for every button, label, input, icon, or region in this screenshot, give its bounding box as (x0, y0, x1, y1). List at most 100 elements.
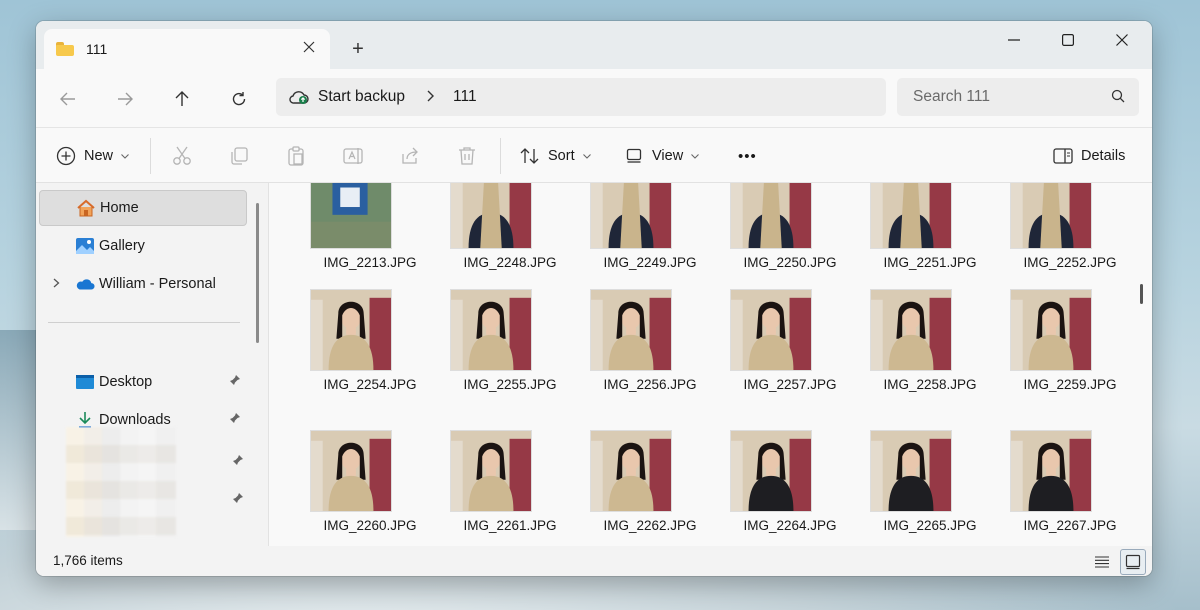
sidebar-item-desktop[interactable]: Desktop (39, 364, 247, 400)
sidebar-item-label: Home (100, 200, 139, 216)
sidebar-item-home[interactable]: Home (39, 190, 247, 226)
plus-circle-icon (56, 146, 76, 166)
forward-button[interactable] (109, 83, 141, 115)
photo-thumbnail[interactable] (450, 183, 532, 249)
sidebar-item-label: William - Personal (99, 276, 216, 292)
sidebar-item-label: Gallery (99, 238, 145, 254)
desktop-icon (75, 372, 95, 392)
status-bar: 1,766 items (36, 546, 1152, 576)
search-input[interactable] (913, 88, 1093, 106)
search-box[interactable] (897, 78, 1139, 116)
item-count: 1,766 items (53, 553, 123, 568)
pin-icon[interactable] (229, 374, 243, 388)
photo-thumbnail[interactable] (590, 289, 672, 371)
chevron-down-icon (582, 151, 591, 161)
large-icons-view-icon (1125, 554, 1141, 570)
address-row: Start backup 111 (36, 69, 1152, 127)
file-name: IMG_2267.JPG (1023, 518, 1117, 533)
breadcrumb-start-backup[interactable]: Start backup (318, 88, 405, 106)
close-window-button[interactable] (1100, 25, 1144, 55)
divider (500, 138, 501, 174)
details-label: Details (1081, 148, 1126, 164)
photo-thumbnail[interactable] (310, 430, 392, 512)
sort-button[interactable]: Sort (520, 128, 591, 184)
photo-thumbnail[interactable] (590, 183, 672, 249)
photo-thumbnail[interactable] (730, 289, 812, 371)
sidebar-item-label: Desktop (99, 374, 153, 390)
photo-thumbnail[interactable] (1010, 289, 1092, 371)
file-explorer-window: 111 + Start backup 111 Search 111 New So… (36, 21, 1152, 576)
photo-thumbnail[interactable] (310, 289, 392, 371)
details-button[interactable]: Details (1053, 128, 1125, 184)
pin-icon[interactable] (229, 412, 243, 426)
rename-icon[interactable] (342, 145, 364, 167)
cloud-backup-icon (289, 91, 309, 104)
photo-thumbnail[interactable] (730, 183, 812, 249)
tab-111[interactable]: 111 (44, 29, 330, 69)
sidebar-item-william-personal[interactable]: William - Personal (39, 266, 247, 302)
back-button[interactable] (52, 83, 84, 115)
breadcrumb-111[interactable]: 111 (453, 88, 477, 106)
up-button[interactable] (166, 83, 198, 115)
view-button[interactable]: View (626, 128, 700, 184)
chevron-down-icon (121, 151, 129, 161)
folder-icon (56, 42, 74, 56)
photo-thumbnail[interactable] (730, 430, 812, 512)
desktop-wallpaper-edge (0, 330, 40, 530)
content-scrollbar[interactable] (1140, 284, 1143, 304)
search-icon (1111, 89, 1125, 108)
details-view-button[interactable] (1089, 549, 1115, 575)
onedrive-cloud-icon (75, 274, 95, 294)
chevron-right-icon[interactable] (53, 277, 60, 291)
delete-icon[interactable] (456, 145, 478, 167)
address-bar[interactable]: Start backup 111 (276, 78, 886, 116)
redacted-items (66, 427, 176, 537)
divider (150, 138, 151, 174)
maximize-button[interactable] (1046, 25, 1090, 55)
photo-thumbnail[interactable] (590, 430, 672, 512)
divider (48, 322, 240, 323)
copy-icon[interactable] (228, 145, 250, 167)
details-pane-icon (1053, 148, 1073, 164)
share-icon[interactable] (399, 145, 421, 167)
view-label: View (652, 148, 684, 164)
photo-thumbnail[interactable] (310, 183, 392, 249)
photo-thumbnail[interactable] (870, 430, 952, 512)
breadcrumb-chevron-icon[interactable] (427, 89, 435, 105)
photo-thumbnail[interactable] (450, 430, 532, 512)
photo-thumbnail[interactable] (870, 183, 952, 249)
minimize-button[interactable] (992, 25, 1036, 55)
new-label: New (84, 148, 114, 164)
list-view-icon (1095, 556, 1109, 568)
home-icon (76, 198, 96, 218)
photo-thumbnail[interactable] (1010, 183, 1092, 249)
photo-thumbnail[interactable] (1010, 430, 1092, 512)
pin-icon[interactable] (232, 491, 246, 505)
photo-thumbnail[interactable] (450, 289, 532, 371)
pin-icon[interactable] (232, 453, 246, 467)
sort-icon (520, 148, 539, 164)
refresh-button[interactable] (223, 83, 255, 115)
chevron-down-icon (691, 151, 700, 161)
file-name: IMG_2259.JPG (1023, 377, 1117, 392)
file-grid: IMG_2213.JPG IMG_2248.JPG IMG_2249.JPG IMG_… (268, 183, 1152, 546)
see-more-button[interactable]: ••• (738, 128, 757, 184)
sidebar-item-gallery[interactable]: Gallery (39, 228, 247, 264)
command-bar: New Sort View ••• Details (36, 127, 1152, 183)
thumbnail-view-button[interactable] (1120, 549, 1146, 575)
tab-close-icon[interactable] (300, 40, 318, 58)
file-name: IMG_2252.JPG (1023, 255, 1117, 270)
new-tab-button[interactable]: + (346, 37, 370, 61)
new-button[interactable]: New (56, 128, 129, 184)
tab-title: 111 (86, 41, 108, 57)
sort-label: Sort (548, 148, 575, 164)
photo-thumbnail[interactable] (870, 289, 952, 371)
paste-icon[interactable] (285, 145, 307, 167)
navigation-pane: Home Gallery William - Personal Desktop (36, 183, 268, 546)
sidebar-scrollbar[interactable] (256, 203, 259, 343)
gallery-icon (75, 236, 95, 256)
title-bar: 111 + (36, 21, 1152, 69)
sidebar-item-label: Downloads (99, 412, 171, 428)
cut-icon[interactable] (171, 145, 193, 167)
view-icon (626, 148, 642, 163)
